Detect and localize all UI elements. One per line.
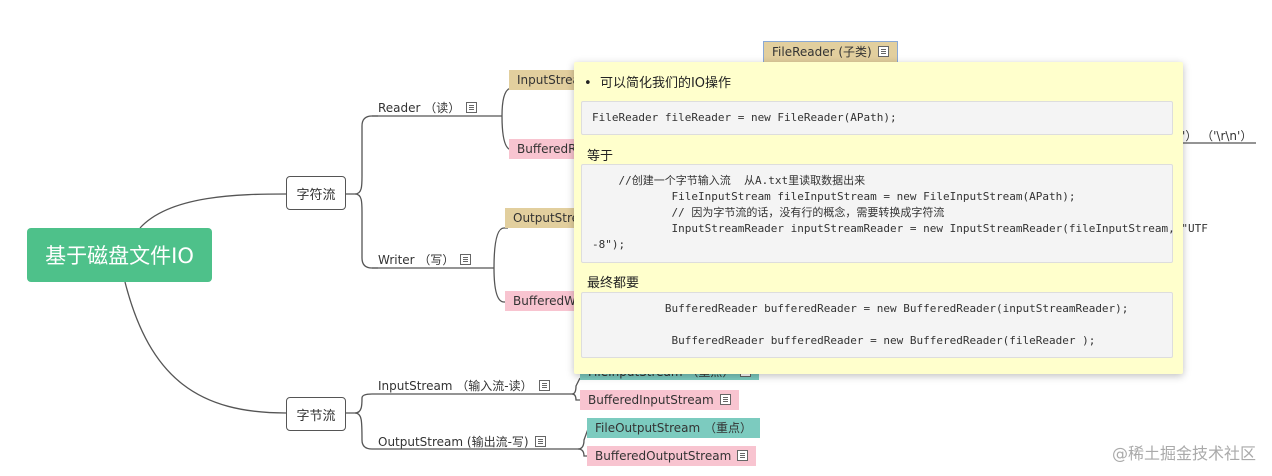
byte-input-stream-node[interactable]: InputStream （输入流-读）: [378, 378, 550, 394]
popup-finally: 最终都要: [587, 276, 640, 291]
char-stream-node[interactable]: 字符流: [286, 176, 346, 210]
reader-label: Reader （读）: [378, 101, 461, 115]
reader-node[interactable]: Reader （读）: [378, 100, 478, 116]
note-icon[interactable]: [877, 46, 889, 57]
root-node[interactable]: 基于磁盘文件IO: [27, 228, 212, 282]
code-block-file-reader: FileReader fileReader = new FileReader(A…: [581, 101, 1173, 135]
buffered-input-stream-node[interactable]: BufferedInputStream: [580, 390, 739, 410]
byte-output-stream-node[interactable]: OutputStream (输出流-写): [378, 434, 546, 450]
byte-input-stream-label: InputStream （输入流-读）: [378, 379, 533, 393]
watermark: @稀土掘金技术社区: [1111, 444, 1256, 463]
file-reader-label: FileReader (子类): [772, 45, 872, 59]
code-block-input-stream-reader: //创建一个字节输入流 从A.txt里读取数据出来 FileInputStrea…: [581, 164, 1208, 263]
newline-note: '） （'\r\n'）: [1182, 129, 1253, 143]
note-icon[interactable]: [719, 394, 731, 405]
writer-label: Writer （写）: [378, 253, 455, 267]
note-icon[interactable]: [538, 380, 550, 391]
note-icon[interactable]: [466, 102, 478, 113]
file-output-stream-node[interactable]: FileOutputStream （重点）: [587, 418, 760, 438]
buffered-output-stream-node[interactable]: BufferedOutputStream: [587, 446, 757, 466]
note-icon[interactable]: [737, 450, 749, 461]
byte-stream-node[interactable]: 字节流: [286, 397, 346, 431]
popup-bullet: • 可以简化我们的IO操作: [584, 76, 732, 91]
buffered-input-stream-label: BufferedInputStream: [588, 393, 714, 407]
buffered-output-stream-label: BufferedOutputStream: [595, 449, 732, 463]
popup-bullet-text: 可以简化我们的IO操作: [599, 76, 732, 91]
code-block-buffered-reader: BufferedReader bufferedReader = new Buff…: [581, 292, 1173, 358]
popup-equals: 等于: [587, 149, 614, 164]
byte-output-stream-label: OutputStream (输出流-写): [378, 435, 529, 449]
note-icon[interactable]: [460, 254, 472, 265]
file-reader-node[interactable]: FileReader (子类): [763, 41, 898, 63]
note-popup: • 可以简化我们的IO操作 FileReader fileReader = ne…: [574, 62, 1208, 374]
note-icon[interactable]: [534, 436, 546, 447]
writer-node[interactable]: Writer （写）: [378, 252, 472, 268]
file-output-stream-label: FileOutputStream （重点）: [595, 421, 752, 435]
